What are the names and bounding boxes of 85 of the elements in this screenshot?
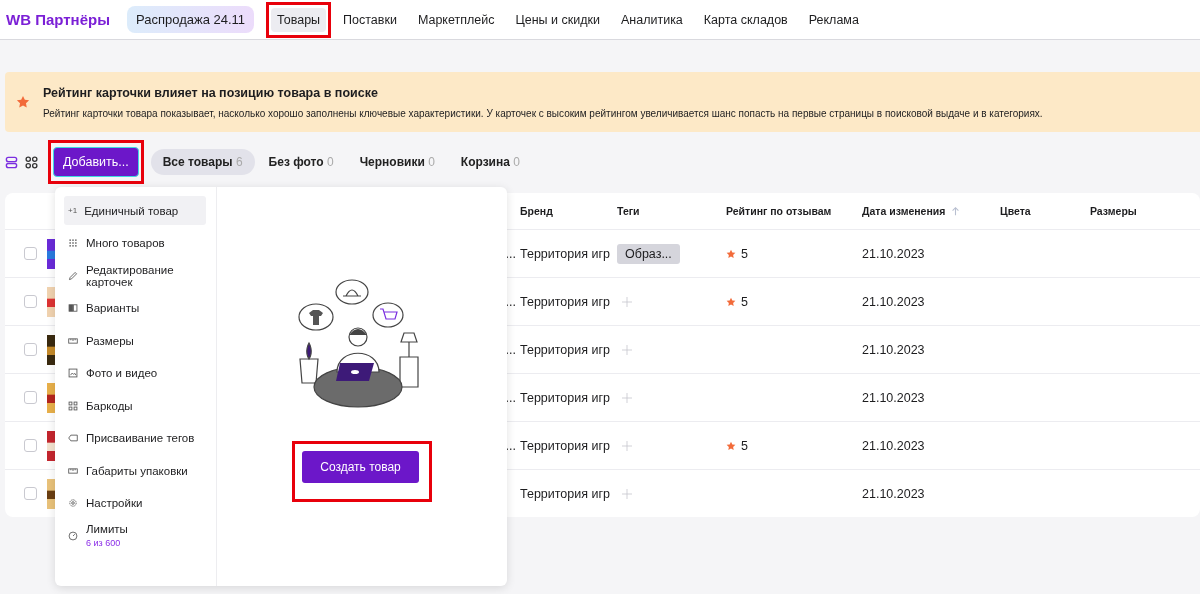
ruler-icon xyxy=(68,335,78,346)
table-cell-text: 21.10.2023 xyxy=(862,342,926,357)
row-checkbox[interactable] xyxy=(23,487,37,500)
menu-item[interactable]: +1 Единичный товар xyxy=(64,196,206,225)
row-checkbox[interactable] xyxy=(23,247,37,260)
row-checkbox[interactable] xyxy=(23,391,37,404)
table-cell-text: 21.10.2023 xyxy=(862,294,926,309)
star-icon xyxy=(726,296,736,307)
add-tag-icon[interactable] xyxy=(622,488,632,499)
filter-tab[interactable]: Корзина 0 xyxy=(448,149,532,175)
pencil-icon xyxy=(68,270,78,281)
table-cell-text: Территория игр xyxy=(520,390,611,405)
settings-icon xyxy=(68,498,78,508)
plus-one-icon: +1 xyxy=(68,206,78,215)
table-cell: ... xyxy=(505,390,516,405)
star-icon xyxy=(726,440,736,451)
menu-item[interactable]: Много товаров xyxy=(64,228,206,258)
table-cell-text: Территория игр xyxy=(520,294,611,309)
add-tag-icon[interactable] xyxy=(622,296,632,307)
table-cell: ... xyxy=(505,342,516,357)
column-header[interactable]: Теги xyxy=(617,205,726,217)
banner-title: Рейтинг карточки влияет на позицию товара в поиске xyxy=(43,85,379,100)
filter-tab[interactable]: Без фото 0 xyxy=(256,149,346,175)
nav-link[interactable]: Аналитика xyxy=(614,7,689,32)
table-cell-text: Территория игр xyxy=(520,486,611,501)
table-cell: ... xyxy=(505,246,516,261)
add-tag-icon[interactable] xyxy=(622,440,632,451)
rating-value: 5 xyxy=(741,438,748,453)
grid-dots-icon xyxy=(68,238,78,248)
row-checkbox[interactable] xyxy=(23,343,37,356)
filter-tab[interactable]: Все товары 6 xyxy=(150,149,255,175)
variants-icon xyxy=(68,303,78,313)
logo[interactable]: WB Партнёры xyxy=(6,11,110,28)
table-cell-text: Территория игр xyxy=(520,246,611,261)
table-cell-text: Территория игр xyxy=(520,342,611,357)
grid-view-icon[interactable] xyxy=(25,155,38,169)
promo-badge[interactable]: Распродажа 24.11 xyxy=(126,6,255,33)
add-button[interactable]: Добавить... xyxy=(53,147,139,177)
column-header[interactable]: Бренд xyxy=(520,205,617,217)
menu-item[interactable]: Настройки xyxy=(64,488,206,518)
menu-item[interactable]: Лимиты 6 из 600 xyxy=(64,521,206,550)
menu-item[interactable]: Варианты xyxy=(64,293,206,323)
row-checkbox[interactable] xyxy=(23,295,37,308)
tag-icon xyxy=(68,433,78,443)
sort-arrow-icon[interactable] xyxy=(951,206,961,216)
gauge-icon xyxy=(68,530,78,541)
nav-link[interactable]: Реклама xyxy=(802,7,865,32)
table-cell-text: 21.10.2023 xyxy=(862,246,926,261)
rating-value: 5 xyxy=(741,294,748,309)
rating-value: 5 xyxy=(741,246,748,261)
table-cell-text: 21.10.2023 xyxy=(862,390,926,405)
menu-item[interactable]: Редактирование карточек xyxy=(64,261,206,290)
row-checkbox[interactable] xyxy=(23,439,37,452)
image-icon xyxy=(68,368,78,378)
menu-item[interactable]: Присваивание тегов xyxy=(64,423,206,453)
column-header[interactable]: Размеры xyxy=(1090,205,1190,217)
table-cell: ... xyxy=(505,294,516,309)
add-tag-icon[interactable] xyxy=(622,344,632,355)
column-header[interactable]: Цвета xyxy=(1000,205,1090,217)
ruler-icon xyxy=(68,465,78,476)
table-cell: ... xyxy=(505,438,516,453)
list-view-icon[interactable] xyxy=(5,155,18,169)
menu-item[interactable]: Размеры xyxy=(64,326,206,355)
column-header[interactable]: Рейтинг по отзывам xyxy=(726,205,862,217)
nav-link[interactable]: Товары xyxy=(271,7,327,32)
tag-chip[interactable]: Образ... xyxy=(617,243,680,264)
banner-text: Рейтинг карточки товара показывает, насколько хорошо заполнены ключевые характеристики. У карточек с высоким рейтингом увеличивается шанс попасть на первые страницы в поисковой выдаче и в категориях. xyxy=(43,107,1043,119)
star-icon xyxy=(726,248,736,259)
star-icon xyxy=(16,95,30,109)
add-tag-icon[interactable] xyxy=(622,392,632,403)
menu-item[interactable]: Баркоды xyxy=(64,391,206,420)
nav-link[interactable]: Маркетплейс xyxy=(411,7,501,32)
limit-count: 6 из 600 xyxy=(86,538,122,548)
create-product-button[interactable]: Создать товар xyxy=(302,451,419,483)
nav-link[interactable]: Цены и скидки xyxy=(509,7,606,32)
nav-link[interactable]: Карта складов xyxy=(697,7,794,32)
table-cell-text: 21.10.2023 xyxy=(862,486,926,501)
nav-link[interactable]: Поставки xyxy=(337,7,403,32)
column-header[interactable]: Дата изменения xyxy=(862,205,946,217)
table-cell-text: Территория игр xyxy=(520,438,611,453)
filter-tab[interactable]: Черновики 0 xyxy=(347,149,447,175)
menu-item[interactable]: Фото и видео xyxy=(64,358,206,388)
menu-item[interactable]: Габариты упаковки xyxy=(64,456,206,485)
table-cell-text: 21.10.2023 xyxy=(862,438,926,453)
qr-code-icon xyxy=(68,400,78,411)
